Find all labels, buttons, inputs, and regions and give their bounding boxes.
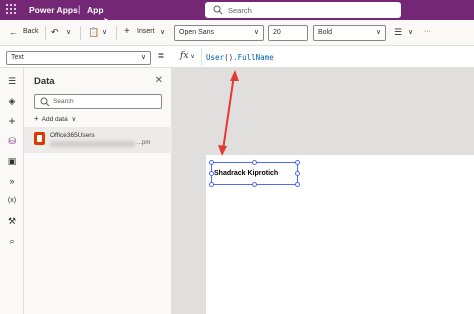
title-bar: Power Apps | App ➤ Search — [0, 0, 474, 25]
data-source-name: Office365Users — [50, 132, 95, 139]
undo-icon[interactable]: ↶ — [51, 27, 59, 38]
font-size-value: 20 — [273, 29, 281, 36]
resize-handle[interactable] — [252, 182, 257, 187]
more-commands-button[interactable]: ··· — [424, 28, 431, 35]
resize-handle[interactable] — [295, 182, 300, 187]
add-data-label: Add data — [41, 116, 68, 123]
title-separator: | — [78, 4, 81, 14]
menu-icon[interactable]: ☰ — [5, 74, 19, 88]
plus-icon: + — [34, 114, 39, 123]
resize-handle[interactable] — [252, 160, 257, 165]
app-launcher-icon[interactable] — [6, 4, 18, 16]
add-data-button[interactable]: + Add data ∨ — [34, 114, 76, 123]
variables-icon[interactable]: (x) — [5, 194, 19, 208]
font-family-value: Open Sans — [179, 29, 215, 36]
formula-input[interactable]: User().FullName — [206, 53, 274, 62]
data-panel: Data ✕ Search + Add data ∨ Office365Users… — [24, 68, 172, 314]
search-icon[interactable]: ⌕ — [5, 234, 19, 248]
paste-chevron-icon[interactable]: ∨ — [102, 28, 107, 36]
app-title[interactable]: App — [87, 5, 104, 15]
chevron-down-icon: ∨ — [253, 29, 259, 36]
toolbar-divider — [80, 26, 81, 40]
chevron-down-icon: ∨ — [140, 54, 146, 61]
property-value: Text — [11, 54, 24, 61]
formula-function: User — [206, 53, 225, 62]
search-placeholder: Search — [53, 98, 74, 105]
font-family-dropdown[interactable]: Open Sans ∨ — [174, 25, 264, 41]
font-weight-dropdown[interactable]: Bold ∨ — [313, 25, 386, 41]
resize-handle[interactable] — [295, 171, 300, 176]
office-icon — [34, 132, 45, 145]
data-source-suffix: ...pm — [137, 140, 151, 146]
chevron-down-icon: ∨ — [71, 116, 77, 123]
font-weight-value: Bold — [318, 29, 333, 36]
text-align-icon[interactable]: ☰ — [394, 27, 402, 38]
panel-title: Data — [34, 76, 55, 87]
search-icon — [40, 97, 50, 107]
insert-plus-icon[interactable]: + — [124, 26, 130, 37]
resize-handle[interactable] — [209, 160, 214, 165]
paste-icon[interactable]: 📋 — [88, 27, 99, 38]
left-rail: ☰ ◈ + ⛁ ▣ » (x) ⚒ ⌕ — [0, 68, 24, 314]
toolbar-divider — [116, 26, 117, 40]
align-chevron-icon[interactable]: ∨ — [408, 28, 413, 36]
formula-parens: () — [224, 53, 234, 62]
power-automate-icon[interactable]: » — [5, 174, 19, 188]
data-search-input[interactable]: Search — [34, 94, 162, 109]
tree-view-icon[interactable]: ◈ — [5, 94, 19, 108]
resize-handle[interactable] — [209, 171, 214, 176]
resize-handle[interactable] — [295, 160, 300, 165]
global-search-input[interactable]: Search — [205, 2, 401, 18]
fx-icon: fx — [180, 51, 189, 61]
data-icon[interactable]: ⛁ — [5, 134, 19, 148]
font-size-input[interactable]: 20 — [268, 25, 308, 41]
advanced-tools-icon[interactable]: ⚒ — [5, 214, 19, 228]
chevron-down-icon: ∨ — [375, 29, 381, 36]
property-dropdown[interactable]: Text ∨ — [6, 51, 151, 65]
toolbar-divider — [45, 26, 46, 40]
search-placeholder: Search — [228, 6, 252, 15]
fx-chevron-icon: ∨ — [190, 53, 195, 60]
search-icon — [213, 5, 223, 15]
insert-button[interactable]: Insert — [137, 28, 155, 35]
media-icon[interactable]: ▣ — [5, 154, 19, 168]
label-text: Shadrack Kiprotich — [214, 170, 279, 177]
resize-handle[interactable] — [209, 182, 214, 187]
close-icon[interactable]: ✕ — [155, 75, 163, 86]
function-button[interactable]: fx ∨ — [176, 48, 202, 66]
blurred-connection-text — [50, 141, 135, 147]
back-arrow-icon[interactable]: ← — [9, 27, 18, 37]
data-source-item[interactable]: Office365Users ...pm — [24, 127, 172, 153]
insert-chevron-icon[interactable]: ∨ — [160, 28, 165, 36]
back-button[interactable]: Back — [23, 28, 39, 35]
formula-property: .FullName — [233, 53, 274, 62]
undo-chevron-icon[interactable]: ∨ — [66, 28, 71, 36]
equals-sign: = — [158, 51, 164, 62]
insert-icon[interactable]: + — [5, 114, 19, 128]
command-bar: ← Back ↶ ∨ 📋 ∨ + Insert ∨ Open Sans ∨ 20… — [0, 20, 474, 46]
product-name: Power Apps — [29, 5, 78, 15]
